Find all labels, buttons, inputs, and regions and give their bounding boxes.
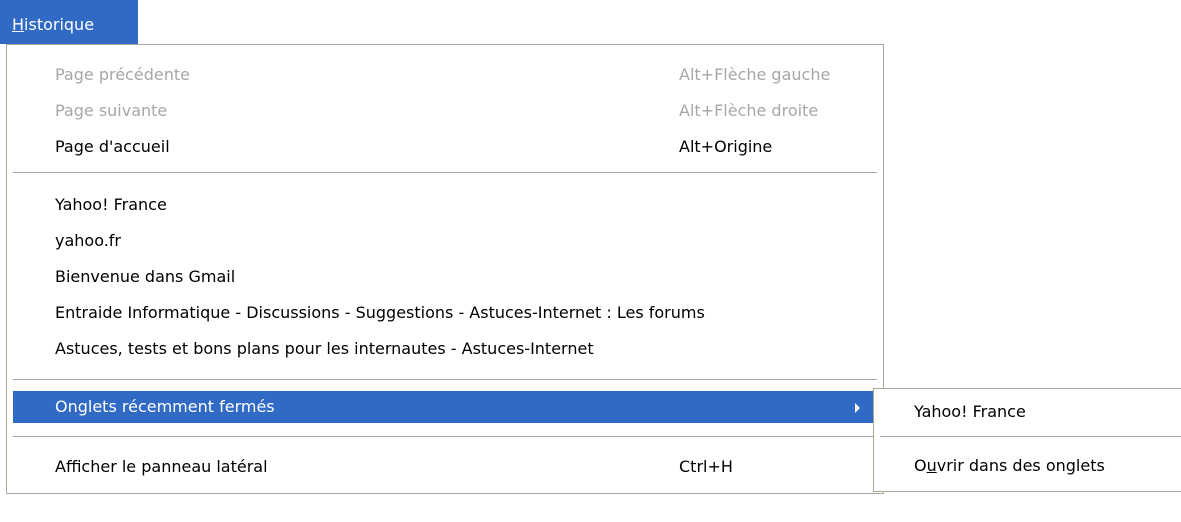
menu-item-back-shortcut: Alt+Flèche gauche [679,65,831,84]
history-item-yahoo-france[interactable]: Yahoo! France [13,189,877,221]
history-item-label: Yahoo! France [55,195,167,214]
closed-tab-label: Yahoo! France [914,402,1026,421]
history-item-label: Entraide Informatique - Discussions - Su… [55,303,705,322]
closed-tab-yahoo-france[interactable]: Yahoo! France [880,395,1181,429]
open-all-in-tabs-label: Ouvrir dans des onglets [914,456,1105,475]
menu-item-back-label: Page précédente [55,65,190,84]
history-item-label: Astuces, tests et bons plans pour les in… [55,339,594,358]
menu-item-forward-label: Page suivante [55,101,168,120]
history-item-label: Bienvenue dans Gmail [55,267,236,286]
history-item-yahoo-fr[interactable]: yahoo.fr [13,225,877,257]
history-item-astuces-internet[interactable]: Astuces, tests et bons plans pour les in… [13,333,877,365]
submenu-arrow-icon [855,403,860,413]
menu-title-text: istorique [24,15,95,34]
history-item-gmail[interactable]: Bienvenue dans Gmail [13,261,877,293]
menu-historique-title[interactable]: Historique [0,0,138,44]
menu-separator [13,379,877,380]
menu-item-forward[interactable]: Page suivante Alt+Flèche droite [13,95,877,127]
submenu-separator [880,436,1181,437]
history-menu: Page précédente Alt+Flèche gauche Page s… [6,44,884,494]
menu-item-sidebar-label: Afficher le panneau latéral [55,457,268,476]
menu-item-home[interactable]: Page d'accueil Alt+Origine [13,131,877,163]
history-item-entraide-forums[interactable]: Entraide Informatique - Discussions - Su… [13,297,877,329]
recently-closed-submenu: Yahoo! France Ouvrir dans des onglets [873,388,1181,492]
menu-item-recently-closed-label: Onglets récemment fermés [55,397,275,416]
menu-separator [13,436,877,437]
menu-separator [13,172,877,173]
open-all-in-tabs-item[interactable]: Ouvrir dans des onglets [880,449,1181,483]
menu-item-sidebar-shortcut: Ctrl+H [679,457,733,476]
menu-title-mnemonic: H [12,15,25,34]
history-item-label: yahoo.fr [55,231,122,250]
menu-item-home-shortcut: Alt+Origine [679,137,773,156]
menu-item-show-sidebar[interactable]: Afficher le panneau latéral Ctrl+H [13,451,877,483]
menu-item-home-label: Page d'accueil [55,137,170,156]
menu-item-back[interactable]: Page précédente Alt+Flèche gauche [13,59,877,91]
menu-item-recently-closed-tabs[interactable]: Onglets récemment fermés [13,391,877,423]
menu-item-forward-shortcut: Alt+Flèche droite [679,101,819,120]
